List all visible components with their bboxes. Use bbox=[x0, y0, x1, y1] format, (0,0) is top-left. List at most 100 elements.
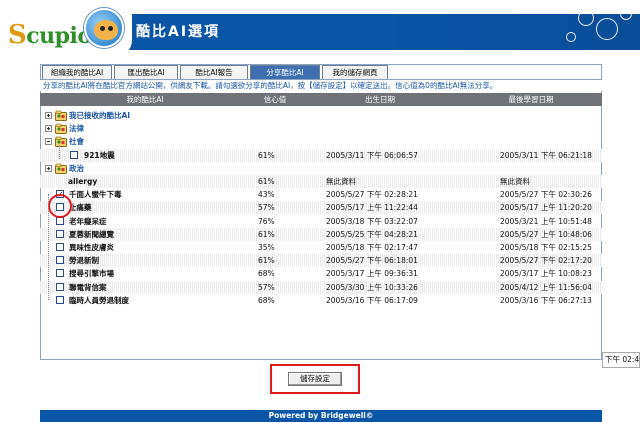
folder-icon bbox=[55, 163, 67, 174]
tab-organize[interactable]: 組織我的酷比AI bbox=[42, 65, 112, 79]
last-learned-date: 2005/5/27 上午 10:48:06 bbox=[500, 229, 592, 239]
confidence-value bbox=[258, 162, 298, 175]
confidence-value: 68% bbox=[258, 269, 275, 279]
table-row[interactable]: allergy 61% 無此資料 無此資料 bbox=[40, 175, 602, 188]
table-row[interactable]: 搜尋引擎市場 68% 2005/3/17 上午 09:36:31 2005/3/17 … bbox=[40, 267, 602, 280]
ai-item-label: 臨時人員勞退制度 bbox=[69, 295, 129, 305]
column-header-confidence: 信心值 bbox=[263, 95, 287, 104]
confidence-value: 57% bbox=[258, 203, 275, 213]
collapse-minus-icon[interactable] bbox=[45, 138, 52, 146]
folder-icon bbox=[55, 123, 67, 135]
tab-saved-pages[interactable]: 我的儲存網頁 bbox=[322, 65, 388, 79]
confidence-value: 61% bbox=[258, 177, 275, 186]
category-label[interactable]: 社會 bbox=[69, 135, 84, 148]
table-row[interactable]: 921地震 61% 2005/3/11 下午 06:06:57 2005/3/11 下… bbox=[40, 148, 602, 162]
folder-icon bbox=[55, 110, 67, 121]
table-row[interactable]: 千面人蠻牛下毒 43% 2005/5/27 下午 02:28:21 2005/5/27… bbox=[40, 188, 602, 201]
birth-date: 2005/5/17 上午 11:22:44 bbox=[326, 203, 418, 213]
column-header-last-learned: 最後學習日期 bbox=[508, 95, 554, 104]
footer: Powered by Bridgewell© bbox=[40, 410, 602, 422]
confidence-value: 35% bbox=[258, 243, 275, 252]
highlight-circle bbox=[48, 194, 72, 218]
birth-date: 2005/5/25 下午 04:28:21 bbox=[326, 229, 418, 239]
table-row[interactable]: 止痛藥 57% 2005/5/17 上午 11:22:44 2005/5/17 上午 … bbox=[40, 201, 602, 215]
birth-date: 2005/3/16 下午 06:17:09 bbox=[326, 295, 418, 305]
app-header: Scupio 酷比AI選項 bbox=[0, 0, 640, 58]
ai-item-label: 異味性皮膚炎 bbox=[69, 243, 114, 252]
share-instructions: 分享的酷比AI將在酷比官方網站公開，供網友下載。請勾選欲分享的酷比AI，按【儲存… bbox=[40, 79, 602, 91]
ai-item-label: 聯電背信案 bbox=[69, 282, 107, 292]
table-header: 我的酷比AI 信心值 出生日期 最後學習日期 bbox=[40, 93, 602, 106]
tree-connector-line bbox=[48, 194, 49, 300]
expand-plus-icon[interactable] bbox=[45, 164, 52, 172]
checkbox-icon[interactable] bbox=[56, 243, 64, 251]
side-clock: 下午 02:41 bbox=[602, 352, 640, 368]
birth-date bbox=[326, 109, 426, 122]
birth-date: 2005/3/11 下午 06:06:57 bbox=[326, 150, 418, 160]
checkbox-icon[interactable] bbox=[56, 229, 64, 238]
birth-date bbox=[326, 122, 426, 135]
confidence-value: 43% bbox=[258, 190, 275, 200]
last-learned-date: 無此資料 bbox=[500, 177, 530, 186]
checkbox-icon[interactable] bbox=[56, 256, 64, 265]
table-row[interactable]: 聯電背信案 57% 2005/3/30 上午 10:33:26 2005/4/12 上… bbox=[40, 280, 602, 294]
expand-plus-icon[interactable] bbox=[45, 112, 52, 119]
last-learned-date: 2005/3/21 上午 10:51:48 bbox=[500, 216, 592, 226]
checkbox-icon[interactable] bbox=[56, 282, 64, 291]
confidence-value: 76% bbox=[258, 216, 275, 226]
last-learned-date: 2005/5/17 上午 11:20:20 bbox=[500, 203, 592, 213]
birth-date: 2005/5/27 下午 06:18:01 bbox=[326, 256, 418, 266]
confidence-value: 57% bbox=[258, 282, 275, 292]
tab-report[interactable]: 酷比AI報告 bbox=[180, 65, 248, 79]
table-row[interactable]: 臨時人員勞退制度 68% 2005/3/16 下午 06:17:09 2005/3/1… bbox=[40, 294, 602, 307]
confidence-value bbox=[258, 122, 298, 135]
last-learned-date: 2005/5/27 下午 02:30:26 bbox=[500, 190, 592, 200]
birth-date bbox=[326, 162, 426, 175]
tab-export[interactable]: 匯出酷比AI bbox=[114, 65, 178, 79]
last-learned-date bbox=[500, 135, 600, 148]
table-row[interactable]: 異味性皮膚炎 35% 2005/5/18 下午 02:17:47 2005/5/18 … bbox=[40, 241, 602, 254]
ai-item-label: 千面人蠻牛下毒 bbox=[69, 190, 122, 200]
checkbox-icon[interactable] bbox=[56, 269, 64, 278]
tree-connector-line bbox=[59, 145, 60, 159]
last-learned-date: 2005/3/17 上午 10:08:23 bbox=[500, 269, 592, 279]
checkbox-icon[interactable] bbox=[56, 295, 64, 304]
table-row[interactable]: 法律 bbox=[40, 122, 602, 135]
table-row[interactable]: 老年癡呆症 76% 2005/3/18 下午 03:22:07 2005/3/21 上… bbox=[40, 215, 602, 228]
category-label[interactable]: 我已接收的酷比AI bbox=[69, 109, 130, 122]
table-row[interactable]: 政治 bbox=[40, 162, 602, 175]
logo-text: Scupio bbox=[8, 20, 92, 50]
ai-item-label: 921地震 bbox=[84, 150, 115, 160]
ai-item-label: 止痛藥 bbox=[69, 203, 92, 213]
ai-item-label: 搜尋引擎市場 bbox=[69, 269, 114, 279]
last-learned-date bbox=[500, 162, 600, 175]
ai-item-label: 夏蓉新聞總覽 bbox=[69, 229, 114, 239]
last-learned-date: 2005/5/27 下午 02:17:20 bbox=[500, 256, 592, 266]
table-row[interactable]: 社會 bbox=[40, 135, 602, 148]
table-row[interactable]: 我已接收的酷比AI bbox=[40, 109, 602, 122]
app-title: 酷比AI選項 bbox=[136, 24, 221, 40]
decorative-circle bbox=[578, 10, 594, 26]
last-learned-date: 2005/3/11 下午 06:21:18 bbox=[500, 150, 592, 160]
confidence-value: 61% bbox=[258, 229, 275, 239]
category-label[interactable]: 法律 bbox=[69, 122, 84, 135]
expand-plus-icon[interactable] bbox=[45, 125, 52, 133]
decorative-circle bbox=[620, 8, 632, 20]
logo-area: Scupio bbox=[0, 0, 132, 58]
tab-share[interactable]: 分享酷比AI bbox=[250, 65, 320, 79]
ai-item-label: 老年癡呆症 bbox=[69, 216, 107, 226]
confidence-value bbox=[258, 109, 298, 122]
category-label[interactable]: 政治 bbox=[69, 162, 84, 175]
confidence-value: 68% bbox=[258, 295, 275, 305]
last-learned-date: 2005/4/12 上午 11:56:04 bbox=[500, 282, 592, 292]
birth-date bbox=[326, 135, 426, 148]
table-row[interactable]: 勞退新制 61% 2005/5/27 下午 06:18:01 2005/5/27 下午… bbox=[40, 254, 602, 268]
last-learned-date: 2005/5/18 下午 02:15:25 bbox=[500, 243, 592, 252]
checkbox-icon[interactable] bbox=[70, 150, 78, 159]
table-row[interactable]: 夏蓉新聞總覽 61% 2005/5/25 下午 04:28:21 2005/5/27 … bbox=[40, 227, 602, 241]
save-settings-button[interactable]: 儲存設定 bbox=[288, 372, 342, 386]
confidence-value: 61% bbox=[258, 150, 275, 160]
decorative-circle bbox=[596, 18, 618, 40]
folder-icon bbox=[55, 136, 67, 148]
decorative-circle bbox=[566, 32, 576, 42]
